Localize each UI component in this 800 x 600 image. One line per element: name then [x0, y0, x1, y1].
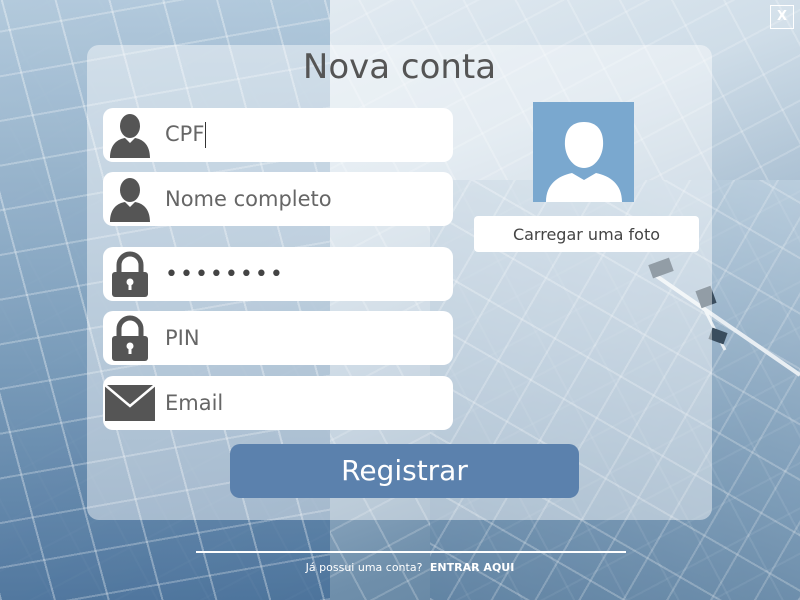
- pin-input[interactable]: PIN: [157, 326, 200, 350]
- user-icon: [103, 108, 157, 162]
- email-field[interactable]: Email: [103, 376, 453, 430]
- page-title: Nova conta: [302, 47, 497, 87]
- login-link[interactable]: ENTRAR AQUI: [430, 561, 514, 574]
- user-icon: [103, 172, 157, 226]
- cpf-field[interactable]: CPF: [103, 108, 453, 162]
- email-input[interactable]: Email: [157, 391, 223, 415]
- name-field[interactable]: Nome completo: [103, 172, 453, 226]
- password-field[interactable]: ••••••••: [103, 247, 453, 301]
- close-button[interactable]: X: [770, 5, 794, 29]
- envelope-icon: [103, 376, 157, 430]
- text-caret: [205, 122, 207, 148]
- login-prompt: Já possui uma conta? ENTRAR AQUI: [0, 561, 800, 574]
- pin-field[interactable]: PIN: [103, 311, 453, 365]
- avatar-placeholder[interactable]: [533, 102, 634, 202]
- login-question: Já possui uma conta?: [305, 561, 423, 574]
- upload-photo-button[interactable]: Carregar uma foto: [474, 216, 699, 252]
- name-input[interactable]: Nome completo: [157, 187, 332, 211]
- lock-icon: [103, 247, 157, 301]
- lock-icon: [103, 311, 157, 365]
- user-silhouette-icon: [545, 122, 622, 202]
- divider: [196, 551, 626, 553]
- password-input[interactable]: ••••••••: [157, 262, 285, 287]
- register-button[interactable]: Registrar: [230, 444, 579, 498]
- cpf-input[interactable]: CPF: [157, 122, 207, 148]
